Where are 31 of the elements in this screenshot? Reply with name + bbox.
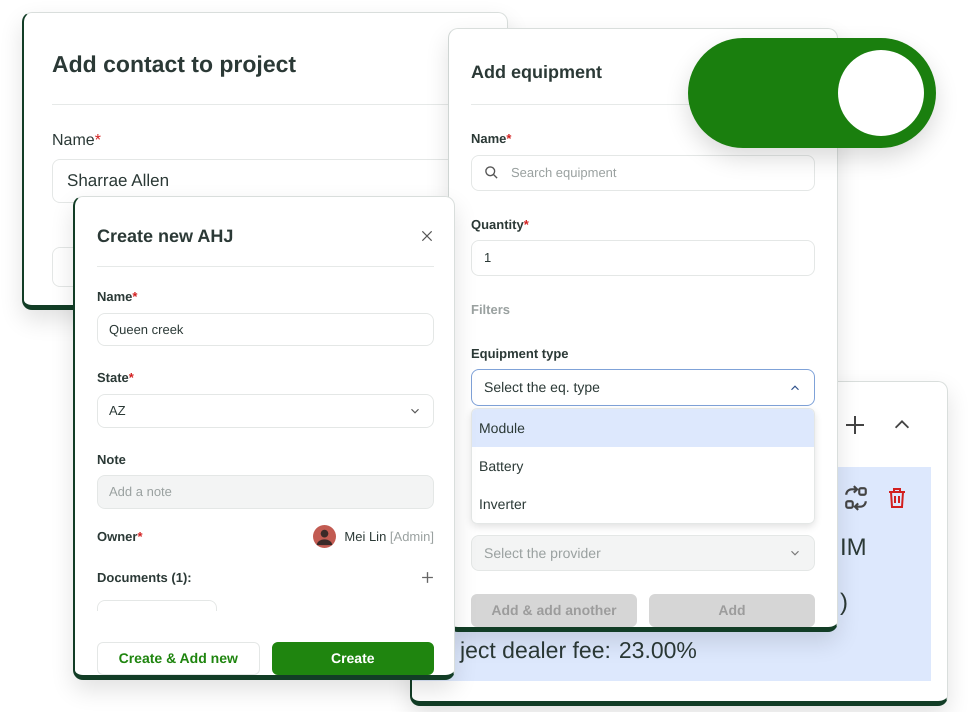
button[interactable]: Create & Add new [97,642,260,675]
select-field[interactable]: Select the eq. type [471,369,815,406]
button[interactable]: Create [272,642,434,675]
input-field[interactable]: Queen creek [97,312,434,346]
field-label: Equipment type [471,344,569,363]
field-label: Name* [471,130,512,148]
close-icon [420,229,434,244]
fee-value: 23.00% [618,636,697,664]
dropdown-option[interactable]: Battery [472,447,814,485]
dropdown-option[interactable]: Inverter [472,485,814,523]
field-label: Name* [97,288,138,306]
detail-text: IM [840,533,867,563]
plus-icon [421,571,434,584]
field-label: Note [97,450,126,469]
documents-label: Documents (1): [97,569,192,588]
input-field[interactable]: 1 [471,240,815,276]
filters-label: Filters [471,301,512,319]
dropdown-option[interactable]: Module [472,409,814,447]
field-label: State* [97,369,134,388]
dialog-title: Create new AHJ [97,225,234,248]
select-field[interactable]: AZ [97,394,434,428]
avatar-icon [313,525,336,548]
fee-label: ject dealer fee: [460,636,611,665]
input-field[interactable] [52,246,73,286]
search-icon [484,165,499,180]
field-label: Name* [52,130,101,150]
field-label: Owner* [97,528,143,546]
field-label: Quantity* [471,216,529,234]
detail-text: ) [840,588,848,618]
owner-name: Mei Lin [Admin] [344,528,434,546]
swap-icon [843,485,869,511]
